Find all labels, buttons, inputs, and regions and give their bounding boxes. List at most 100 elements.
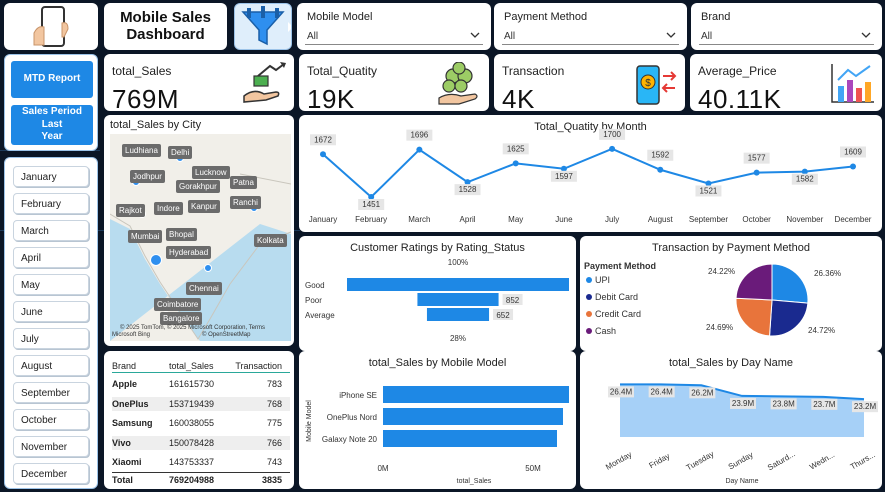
data-label: 23.7M bbox=[813, 400, 836, 409]
x-tick-label: June bbox=[555, 215, 573, 224]
x-tick-label: February bbox=[355, 215, 387, 224]
table-total-row-cell: 769204988 bbox=[169, 475, 215, 485]
map-bubble[interactable] bbox=[150, 254, 162, 266]
quantity-line-chart: 1672 January 1451 February 1696 March 1528 Apri… bbox=[309, 128, 872, 224]
legend-marker bbox=[586, 294, 592, 300]
funnel-category-label: Poor bbox=[305, 296, 322, 305]
month-button-october[interactable]: October bbox=[13, 409, 89, 430]
sales-period-last-year-button[interactable]: Sales Period Last Year bbox=[11, 105, 93, 145]
filter-toggle[interactable] bbox=[234, 3, 292, 50]
month-button-april[interactable]: April bbox=[13, 247, 89, 268]
line-point bbox=[657, 166, 664, 173]
slicer-mobile-model-value: All bbox=[307, 31, 319, 42]
brand-table: Brand total_Sales Transaction Apple 16161573… bbox=[112, 359, 290, 485]
mobile-payment-icon: $ bbox=[636, 65, 677, 105]
kpi-total-quantity-label: Total_Quatity bbox=[307, 64, 378, 78]
slicer-payment-method-label: Payment Method bbox=[504, 11, 588, 23]
city-label-ranchi: Ranchi bbox=[230, 196, 261, 209]
y-axis-label: Mobile Model bbox=[306, 400, 313, 442]
table-header-cell: Brand bbox=[112, 361, 137, 371]
month-button-may[interactable]: May bbox=[13, 274, 89, 295]
city-label-patna: Patna bbox=[230, 176, 257, 189]
data-label: 23.2M bbox=[854, 402, 877, 411]
slicer-brand[interactable]: Brand All bbox=[691, 3, 882, 50]
legend-marker bbox=[586, 311, 592, 317]
table-row-cell: 766 bbox=[266, 437, 282, 448]
month-button-june[interactable]: June bbox=[13, 301, 89, 322]
data-label: 1577 bbox=[748, 154, 766, 163]
pie-slice bbox=[735, 263, 773, 301]
table-row-cell: 783 bbox=[266, 379, 282, 389]
map-title: total_Sales by City bbox=[110, 119, 202, 131]
month-button-february[interactable]: February bbox=[13, 193, 89, 214]
svg-text:$: $ bbox=[645, 78, 651, 89]
slicer-payment-method[interactable]: Payment Method All bbox=[494, 3, 687, 50]
city-label-hyderabad: Hyderabad bbox=[166, 246, 212, 259]
kpi-total-sales-value: 769M bbox=[112, 84, 180, 111]
slicer-brand-label: Brand bbox=[701, 11, 731, 23]
table-row[interactable]: Samsung 160038055 775 bbox=[112, 416, 290, 430]
x-tick-label: Saturd... bbox=[766, 449, 797, 472]
mtd-report-button[interactable]: MTD Report bbox=[11, 61, 93, 98]
city-label-kolkata: Kolkata bbox=[254, 234, 287, 247]
map-bubble[interactable] bbox=[204, 264, 212, 272]
x-tick-label: Wedn... bbox=[808, 450, 836, 472]
table-row-cell: 150078428 bbox=[169, 437, 215, 448]
month-button-july[interactable]: July bbox=[13, 328, 89, 349]
table-row-cell: Samsung bbox=[112, 418, 153, 428]
data-label: 1451 bbox=[362, 200, 380, 209]
table-row-cell: OnePlus bbox=[112, 398, 149, 409]
x-tick-label: Tuesday bbox=[685, 449, 716, 472]
money-growth-icon bbox=[243, 62, 286, 103]
table-row[interactable]: OnePlus 153719439 768 bbox=[112, 396, 290, 411]
table-header: Brand total_Sales Transaction bbox=[112, 359, 290, 373]
data-label: 26.2M bbox=[691, 388, 714, 397]
kpi-total-quantity-value: 19K bbox=[307, 84, 355, 111]
month-button-january[interactable]: January bbox=[13, 166, 89, 187]
map-card: total_Sales by City Ludhiana Delhi Jodhpur… bbox=[104, 115, 294, 346]
city-label-chennai: Chennai bbox=[186, 282, 222, 295]
x-tick-label: March bbox=[408, 215, 430, 224]
table-row[interactable]: Vivo 150078428 766 bbox=[112, 435, 290, 450]
month-button-december[interactable]: December bbox=[13, 463, 89, 484]
table-row[interactable]: Xiaomi 143753337 743 bbox=[112, 455, 290, 469]
india-map[interactable]: Ludhiana Delhi Jodhpur Lucknow Gorakhpur Patn… bbox=[110, 134, 291, 341]
table-header-cell: Transaction bbox=[235, 361, 282, 371]
table-row[interactable]: Apple 161615730 783 bbox=[112, 377, 290, 391]
slicer-brand-dropdown[interactable]: All bbox=[699, 25, 874, 45]
table-header-cell: total_Sales bbox=[169, 361, 214, 371]
phone-hand-icon bbox=[33, 6, 69, 47]
month-button-march[interactable]: March bbox=[13, 220, 89, 241]
slicer-brand-value: All bbox=[701, 31, 713, 42]
month-button-september[interactable]: September bbox=[13, 382, 89, 403]
table-total-row: Total 769204988 3835 bbox=[112, 472, 290, 486]
pie-data-label: 24.22% bbox=[708, 267, 735, 276]
model-bar bbox=[383, 408, 563, 425]
funnel-category-label: Average bbox=[305, 311, 335, 320]
chevron-down-icon bbox=[470, 32, 480, 38]
table-row-cell: Vivo bbox=[112, 437, 131, 448]
month-button-august[interactable]: August bbox=[13, 355, 89, 376]
data-label: 1696 bbox=[410, 131, 428, 140]
city-label-indore: Indore bbox=[154, 202, 183, 215]
data-label: 1582 bbox=[796, 175, 814, 184]
kpi-transaction-value: 4K bbox=[502, 84, 535, 111]
bing-logo: Microsoft Bing bbox=[112, 332, 151, 338]
pie-data-label: 24.72% bbox=[808, 326, 835, 335]
month-button-november[interactable]: November bbox=[13, 436, 89, 457]
funnel-bottom-label: 28% bbox=[450, 334, 466, 343]
table-row-cell: 160038055 bbox=[169, 418, 215, 428]
bar-chart-icon bbox=[831, 64, 874, 103]
legend-marker bbox=[586, 328, 592, 334]
city-label-jodhpur: Jodhpur bbox=[130, 170, 165, 183]
legend-label: Credit Card bbox=[595, 309, 641, 319]
table-row-cell: 143753337 bbox=[169, 457, 215, 467]
map-credit-osm: © OpenStreetMap bbox=[202, 332, 251, 338]
slicer-mobile-model[interactable]: Mobile Model All bbox=[297, 3, 491, 50]
funnel-bar bbox=[417, 293, 499, 306]
dashboard-title-card: Mobile Sales Dashboard bbox=[104, 3, 227, 50]
kpi-average-price-label: Average_Price bbox=[698, 64, 777, 78]
slicer-mobile-model-dropdown[interactable]: All bbox=[305, 25, 483, 45]
month-slicer-panel: January February March April May June July Augu… bbox=[4, 157, 98, 489]
slicer-payment-method-dropdown[interactable]: All bbox=[502, 25, 679, 45]
